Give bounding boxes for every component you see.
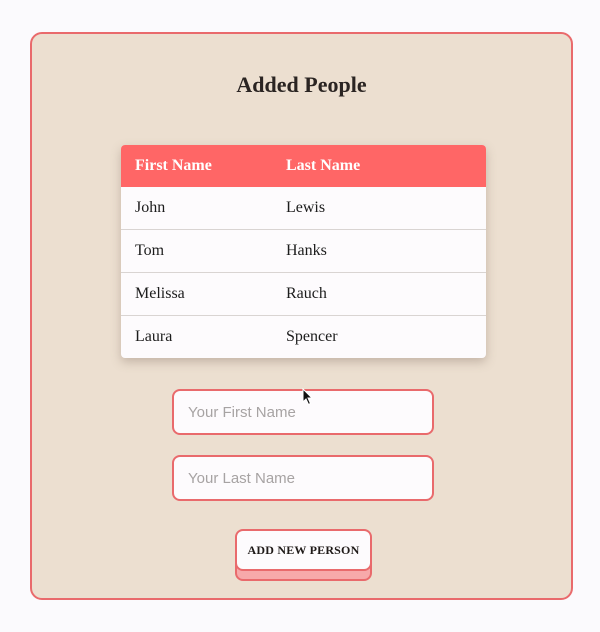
cell-first-name: Tom bbox=[121, 229, 272, 273]
cell-last-name: Rauch bbox=[272, 272, 486, 316]
last-name-input[interactable] bbox=[172, 455, 434, 501]
table-row: John Lewis bbox=[121, 187, 486, 230]
cell-first-name: Laura bbox=[121, 315, 272, 358]
people-card: Added People First Name Last Name John L… bbox=[30, 32, 573, 600]
people-table: First Name Last Name John Lewis Tom Hank… bbox=[121, 145, 486, 358]
cell-last-name: Hanks bbox=[272, 229, 486, 273]
add-new-person-button[interactable]: ADD NEW PERSON bbox=[235, 529, 372, 571]
cell-last-name: Spencer bbox=[272, 315, 486, 358]
cell-first-name: John bbox=[135, 199, 166, 216]
table-row: Tom Hanks bbox=[121, 229, 486, 273]
table-row: Laura Spencer bbox=[121, 315, 486, 358]
mouse-cursor-icon bbox=[302, 388, 314, 406]
column-header-first-name: First Name bbox=[135, 157, 212, 174]
page-title: Added People bbox=[236, 72, 367, 97]
table-row: Melissa Rauch bbox=[121, 272, 486, 316]
cell-last-name: Lewis bbox=[286, 199, 326, 216]
table-header-row: First Name Last Name bbox=[121, 145, 486, 187]
cell-first-name: Melissa bbox=[121, 272, 272, 316]
column-header-last-name: Last Name bbox=[286, 157, 361, 174]
